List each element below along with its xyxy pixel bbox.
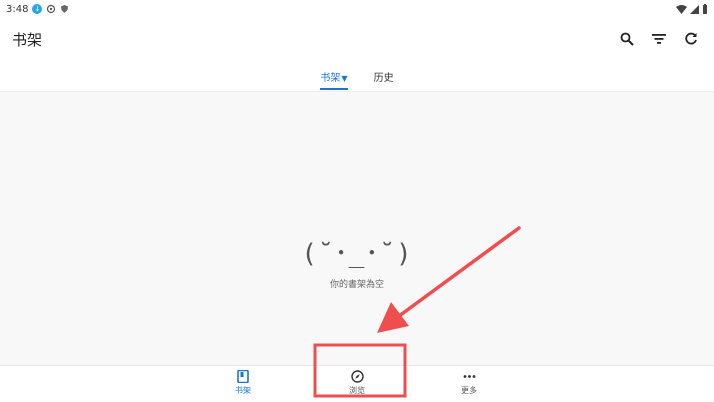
settings-icon xyxy=(47,4,56,14)
battery-icon xyxy=(703,4,707,14)
empty-kaomoji: (˘･_･˘) xyxy=(301,239,413,269)
nav-item-browse[interactable]: 浏览 xyxy=(333,370,381,396)
refresh-icon xyxy=(685,32,697,45)
more-horiz-icon xyxy=(463,375,475,378)
empty-state: (˘･_･˘) 你的書架為空 xyxy=(0,233,714,290)
status-time: 3:48 xyxy=(6,3,29,15)
app-bar: 书架 xyxy=(0,18,714,60)
refresh-button[interactable] xyxy=(680,28,702,50)
signal-icon xyxy=(690,4,699,14)
nav-item-bookshelf-label: 书架 xyxy=(235,386,251,395)
dropdown-arrow-icon: ▼ xyxy=(341,74,348,83)
bookshelf-content: (˘･_･˘) 你的書架為空 xyxy=(0,91,714,365)
shield-icon xyxy=(61,5,69,13)
filter-button[interactable] xyxy=(648,28,670,50)
tab-history[interactable]: 历史 xyxy=(374,60,394,91)
nav-item-more[interactable]: 更多 xyxy=(445,370,493,396)
tab-bookshelf[interactable]: 书架▼ xyxy=(320,60,348,91)
bottom-nav: 书架 浏览 更多 xyxy=(0,365,714,402)
tab-history-label: 历史 xyxy=(373,73,394,84)
download-icon: ↓ xyxy=(32,4,43,14)
search-button[interactable] xyxy=(616,28,638,50)
empty-message: 你的書架為空 xyxy=(329,280,384,290)
tab-bookshelf-label: 书架 xyxy=(320,73,341,84)
compass-icon xyxy=(350,370,364,383)
tab-bar: 书架▼ 历史 xyxy=(0,60,714,91)
nav-item-browse-label: 浏览 xyxy=(349,386,365,395)
nav-item-bookshelf[interactable]: 书架 xyxy=(219,370,267,396)
filter-icon xyxy=(652,34,666,44)
status-bar: 3:48 ↓ xyxy=(0,0,714,18)
nav-item-more-label: 更多 xyxy=(461,386,477,395)
search-icon xyxy=(620,32,634,46)
book-icon xyxy=(237,370,249,383)
page-title: 书架 xyxy=(12,30,43,49)
wifi-icon xyxy=(676,4,687,14)
